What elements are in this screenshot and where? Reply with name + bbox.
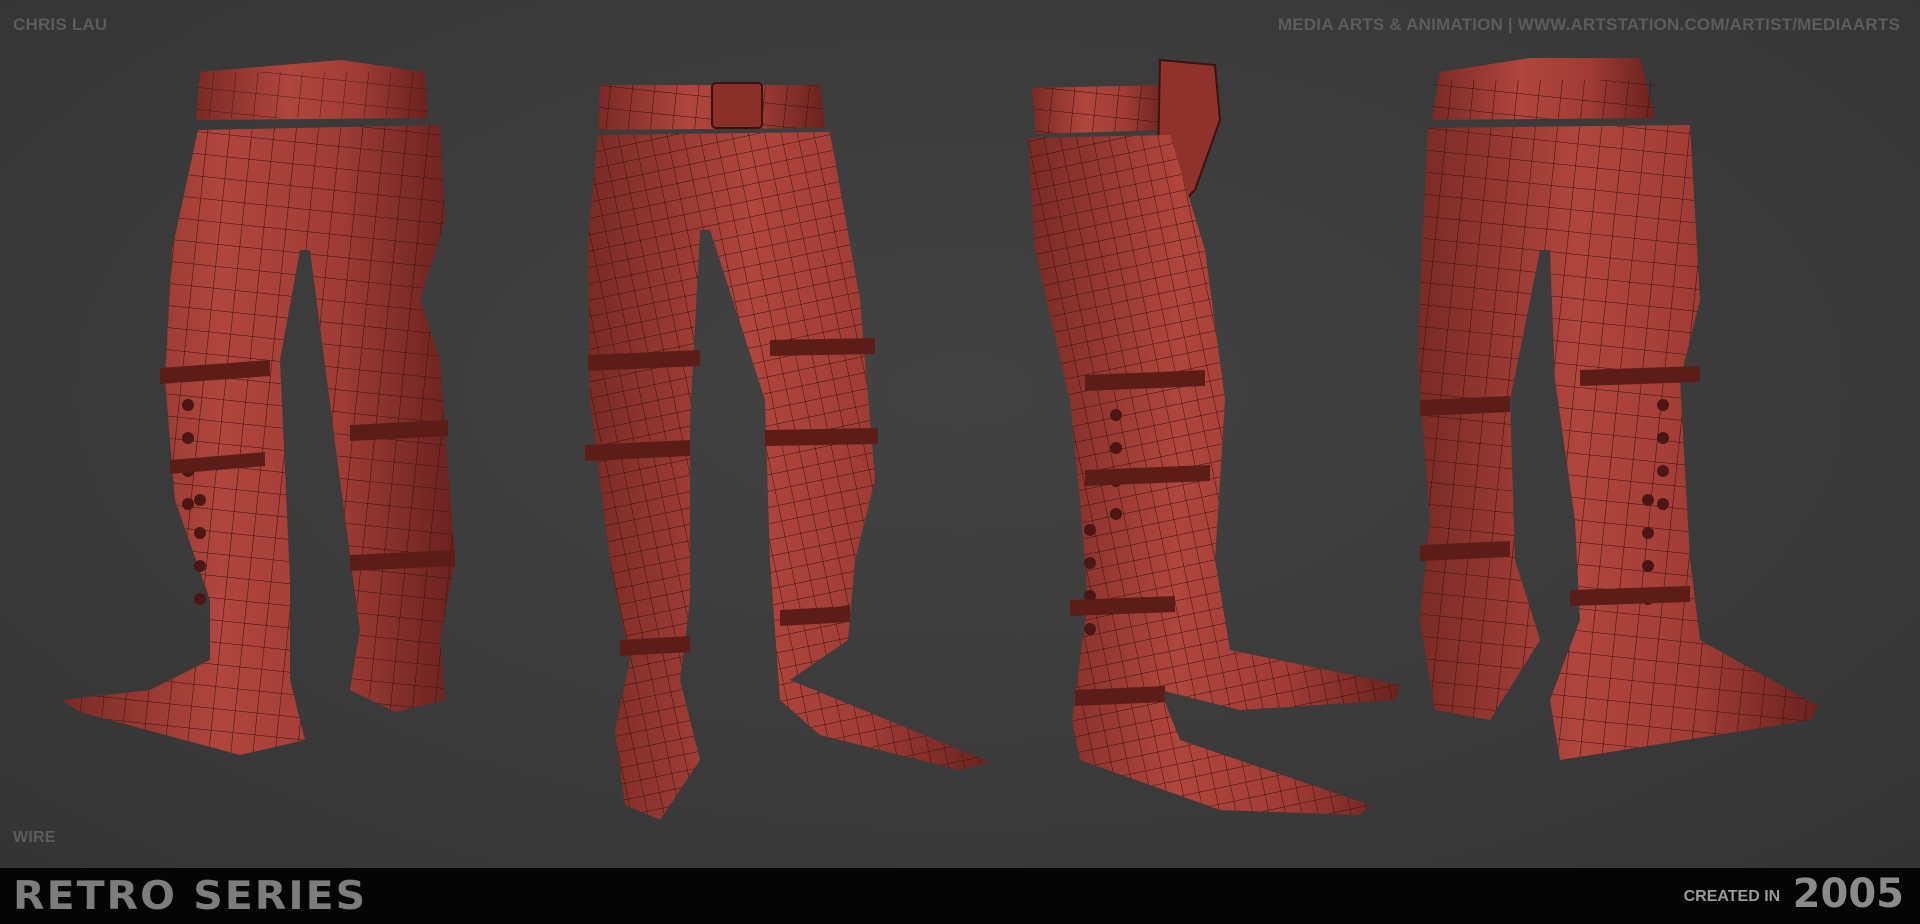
created-year: 2005 bbox=[1792, 871, 1904, 917]
view-mode-label: WIRE bbox=[13, 829, 56, 846]
pants-view-back bbox=[1418, 58, 1818, 760]
render-viewport: CHRIS LAU MEDIA ARTS & ANIMATION | WWW.A… bbox=[0, 0, 1920, 868]
pants-view-side bbox=[1028, 58, 1400, 815]
artist-name: CHRIS LAU bbox=[13, 15, 108, 34]
pants-view-front bbox=[585, 82, 990, 820]
footer-bar: RETRO SERIES CREATED IN 2005 bbox=[0, 868, 1920, 924]
created-label: CREATED IN bbox=[1683, 888, 1781, 905]
series-title: RETRO SERIES bbox=[13, 873, 368, 919]
pants-view-back-three-quarter bbox=[62, 60, 455, 755]
credit-line: MEDIA ARTS & ANIMATION | WWW.ARTSTATION.… bbox=[1277, 15, 1900, 34]
created-info: CREATED IN 2005 bbox=[1684, 871, 1904, 917]
wireframe-render bbox=[62, 58, 1818, 820]
